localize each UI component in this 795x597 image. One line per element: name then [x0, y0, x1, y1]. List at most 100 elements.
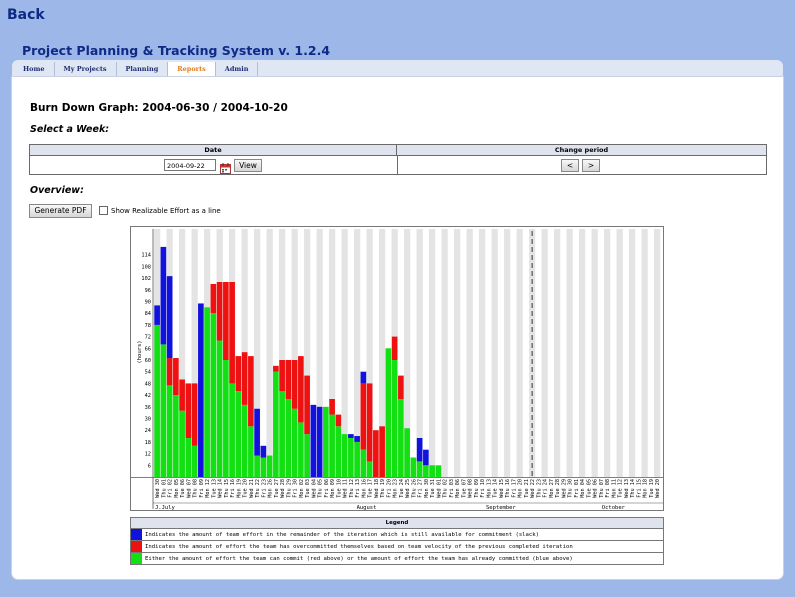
x-tick-label: Wed 13 — [624, 479, 630, 498]
x-tick-label: Mon 19 — [236, 479, 242, 498]
bar-segment-green — [260, 457, 267, 477]
bar-segment-green — [154, 324, 160, 477]
x-tick-label: Tue 12 — [618, 479, 624, 498]
realizable-effort-option[interactable]: Show Realizable Effort as a line — [99, 206, 221, 215]
bar-segment-red — [379, 426, 385, 477]
bar-segment-red — [366, 383, 373, 462]
x-tick-label: Tue 13 — [211, 479, 217, 498]
tab-admin[interactable]: Admin — [215, 62, 259, 77]
x-tick-label: Tue 10 — [336, 479, 342, 498]
column-stripe — [441, 229, 448, 477]
x-tick-label: Fri 23 — [261, 479, 267, 498]
bar-segment-red — [291, 360, 298, 409]
bar-segment-green — [179, 410, 185, 477]
x-tick-label: Thu 02 — [443, 479, 449, 498]
x-tick-label: Mon 27 — [549, 479, 555, 498]
bar-segment-red — [179, 379, 185, 411]
bar-segment-green — [298, 422, 304, 477]
x-tick-label: Thu 22 — [255, 479, 261, 498]
view-button[interactable]: View — [234, 159, 262, 172]
realizable-effort-checkbox[interactable] — [99, 206, 108, 215]
bar-segment-blue — [154, 305, 160, 325]
column-divider — [397, 156, 398, 174]
next-period-button[interactable]: > — [582, 159, 600, 172]
y-tick-label: 54 — [145, 370, 151, 376]
bar-segment-green — [229, 383, 235, 477]
bar-segment-red — [235, 356, 242, 392]
bar-segment-green — [416, 461, 423, 477]
x-tick-label: Tue 06 — [180, 479, 186, 498]
x-tick-label: Mon 12 — [205, 479, 211, 498]
x-tick-label: Fri 08 — [605, 479, 611, 498]
bar-segment-blue — [423, 449, 429, 466]
bar-segment-red — [216, 282, 223, 341]
bar-segment-blue — [360, 371, 367, 384]
column-stripe — [616, 229, 623, 477]
legend-row-overcommitted: Indicates the amount of effort the team … — [131, 541, 663, 553]
x-tick-label: Mon 09 — [330, 479, 336, 498]
x-tick-label: Fri 24 — [543, 479, 549, 498]
bar-segment-green — [241, 404, 248, 477]
bar-segment-green — [348, 438, 354, 477]
generate-pdf-button[interactable]: Generate PDF — [29, 204, 92, 218]
bar-segment-red — [241, 352, 248, 405]
bar-segment-red — [285, 360, 292, 399]
legend-row-committed: Either the amount of effort the team can… — [131, 553, 663, 564]
bar-segment-red — [304, 375, 310, 435]
bar-segment-blue — [310, 404, 317, 477]
legend-swatch-red — [131, 541, 142, 552]
x-tick-label: Fri 30 — [293, 479, 299, 498]
bar-segment-green — [285, 399, 292, 477]
bar-segment-red — [166, 358, 173, 386]
y-tick-label: 72 — [145, 335, 151, 341]
x-tick-label: Mon 23 — [393, 479, 399, 498]
x-tick-label: Wed 14 — [218, 479, 224, 498]
tab-home[interactable]: Home — [14, 62, 55, 77]
tab-planning[interactable]: Planning — [116, 62, 169, 77]
column-stripe — [591, 229, 598, 477]
legend-text-committed: Either the amount of effort the team can… — [145, 555, 573, 562]
x-tick-label: Mon 13 — [486, 479, 492, 498]
column-stripe — [516, 229, 523, 477]
legend-text-overcommitted: Indicates the amount of effort the team … — [145, 543, 573, 550]
bar-segment-red — [191, 383, 198, 446]
x-tick-label: Wed 15 — [499, 479, 505, 498]
realizable-effort-label: Show Realizable Effort as a line — [111, 206, 221, 215]
x-tick-label: Thu 15 — [224, 479, 230, 498]
bar-segment-red — [391, 336, 398, 360]
date-input[interactable]: 2004-09-22 — [164, 159, 216, 171]
bar-segment-red — [210, 283, 217, 314]
bar-segment-green — [173, 395, 179, 477]
tab-reports[interactable]: Reports — [168, 62, 216, 77]
bar-segment-red — [223, 282, 229, 360]
x-tick-label: Mon 26 — [268, 479, 274, 498]
month-label: October — [602, 505, 626, 510]
x-tick-label: Tue 07 — [461, 479, 467, 498]
calendar-icon[interactable] — [220, 159, 231, 174]
x-tick-label: Thu 23 — [536, 479, 542, 498]
select-week-label: Select a Week: — [30, 124, 110, 135]
week-selector-table: Date Change period 2004-09-22 View < > — [29, 144, 767, 175]
x-tick-label: Wed 21 — [249, 479, 255, 498]
bar-segment-green — [354, 441, 360, 477]
column-stripe — [641, 229, 648, 477]
bar-segment-green — [185, 438, 192, 477]
legend-row-slack: Indicates the amount of team effort in t… — [131, 529, 663, 541]
column-stripe — [429, 229, 436, 477]
month-label: September — [486, 505, 516, 510]
bar-segment-red — [248, 356, 254, 427]
x-tick-label: Wed 18 — [374, 479, 380, 498]
back-link[interactable]: Back — [7, 7, 45, 23]
x-tick-label: Thu 29 — [286, 479, 292, 498]
app-title: Project Planning & Tracking System v. 1.… — [22, 43, 331, 58]
x-tick-label: Mon 30 — [424, 479, 430, 498]
bar-segment-green — [435, 465, 442, 477]
tab-my-projects[interactable]: My Projects — [54, 62, 117, 77]
legend-swatch-blue — [131, 529, 142, 540]
column-stripe — [629, 229, 636, 477]
previous-period-button[interactable]: < — [561, 159, 579, 172]
legend-table: Legend Indicates the amount of team effo… — [130, 517, 664, 565]
x-tick-label: Thu 08 — [193, 479, 199, 498]
bar-segment-red — [229, 282, 235, 384]
bar-segment-green — [191, 445, 198, 477]
